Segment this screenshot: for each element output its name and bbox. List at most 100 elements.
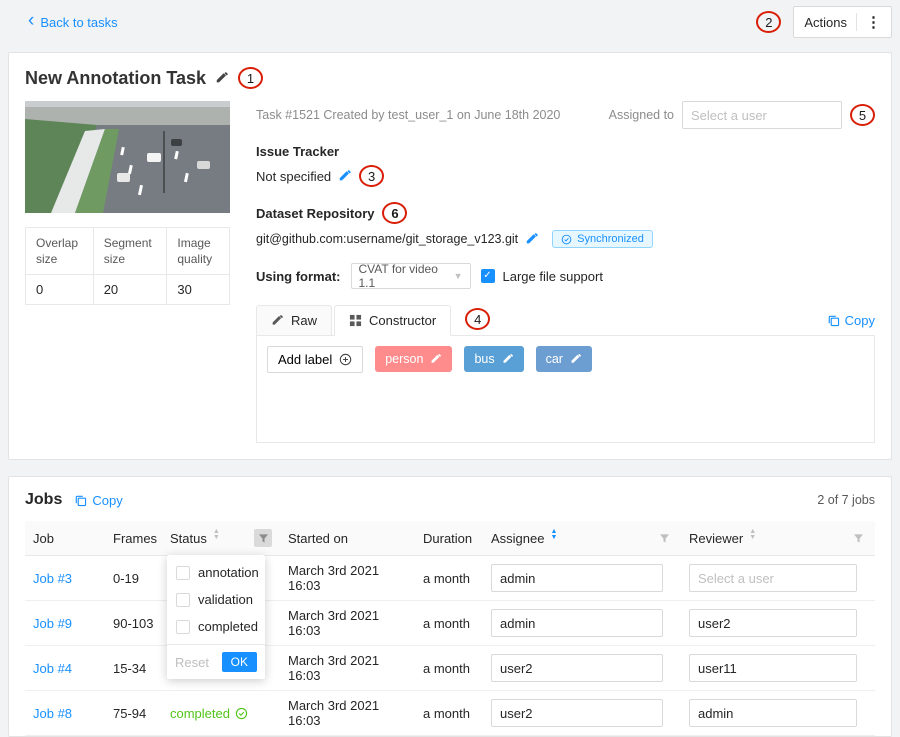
job-9-frames: 90-103 bbox=[113, 616, 153, 631]
task-preview-image bbox=[25, 101, 230, 213]
job-4-duration: a month bbox=[423, 661, 470, 676]
job-row-4: Job #8 75-94 completed March 3rd 2021 16… bbox=[25, 691, 875, 736]
job-9-assignee-input[interactable] bbox=[491, 609, 663, 637]
chevron-down-icon: ▼ bbox=[454, 271, 463, 281]
job-3-reviewer-input[interactable] bbox=[689, 564, 857, 592]
job-row-3: Job #4 15-34 March 3rd 2021 16:03 a mont… bbox=[25, 646, 875, 691]
job-9-started: March 3rd 2021 16:03 bbox=[288, 608, 379, 638]
job-9-reviewer-input[interactable] bbox=[689, 609, 857, 637]
repository-url: git@github.com:username/git_storage_v123… bbox=[256, 232, 518, 246]
back-label: Back to tasks bbox=[40, 15, 117, 30]
jobs-table: Job Frames Status ▲▼ Started on Duration… bbox=[25, 521, 875, 736]
job-8-duration: a month bbox=[423, 706, 470, 721]
job-3-started: March 3rd 2021 16:03 bbox=[288, 563, 379, 593]
label-constructor-panel: Add label person bus car bbox=[256, 335, 875, 443]
edit-label-person-icon[interactable] bbox=[430, 353, 442, 365]
job-3-frames: 0-19 bbox=[113, 571, 139, 586]
reviewer-filter-funnel-icon[interactable] bbox=[849, 529, 867, 547]
validation-checkbox[interactable] bbox=[176, 593, 190, 607]
completed-checkbox[interactable] bbox=[176, 620, 190, 634]
job-3-assignee-input[interactable] bbox=[491, 564, 663, 592]
label-chip-person[interactable]: person bbox=[375, 346, 452, 372]
edit-issue-tracker-icon[interactable] bbox=[338, 169, 352, 183]
constructor-blocks-icon bbox=[349, 314, 362, 327]
filter-option-annotation[interactable]: annotation bbox=[167, 559, 265, 586]
status-sorter-icon[interactable]: ▲▼ bbox=[213, 532, 220, 544]
edit-label-bus-icon[interactable] bbox=[502, 353, 514, 365]
task-details-card: New Annotation Task 1 bbox=[8, 52, 892, 460]
label-chip-person-name: person bbox=[385, 352, 423, 366]
using-format-label: Using format: bbox=[256, 269, 341, 284]
copy-icon bbox=[827, 314, 840, 327]
filter-option-completed[interactable]: completed bbox=[167, 613, 265, 640]
add-label-text: Add label bbox=[278, 352, 332, 367]
edit-task-name-icon[interactable] bbox=[215, 71, 229, 85]
job-8-started: March 3rd 2021 16:03 bbox=[288, 698, 379, 728]
large-file-support-option[interactable]: ✓ Large file support bbox=[481, 269, 603, 284]
col-header-status[interactable]: Status ▲▼ bbox=[162, 521, 280, 556]
raw-pencil-icon bbox=[271, 314, 284, 327]
tab-raw[interactable]: Raw bbox=[256, 305, 332, 336]
param-value-segment: 20 bbox=[93, 275, 167, 305]
large-file-support-checkbox[interactable]: ✓ bbox=[481, 269, 495, 283]
job-3-duration: a month bbox=[423, 571, 470, 586]
assigned-to-input[interactable] bbox=[682, 101, 842, 129]
format-select[interactable]: CVAT for video 1.1 ▼ bbox=[351, 263, 471, 289]
tab-raw-label: Raw bbox=[291, 313, 317, 328]
annotation-circle-2: 2 bbox=[756, 11, 781, 33]
label-chip-bus[interactable]: bus bbox=[464, 346, 523, 372]
labels-copy-link[interactable]: Copy bbox=[827, 313, 875, 328]
issue-tracker-value: Not specified bbox=[256, 169, 331, 184]
plus-circle-icon bbox=[339, 353, 352, 366]
jobs-title: Jobs bbox=[25, 491, 62, 509]
job-8-link[interactable]: Job #8 bbox=[33, 706, 72, 721]
status-filter-funnel-icon[interactable] bbox=[254, 529, 272, 547]
large-file-support-label: Large file support bbox=[503, 269, 603, 284]
filter-ok-button[interactable]: OK bbox=[222, 652, 257, 672]
job-8-status: completed bbox=[170, 706, 248, 721]
filter-reset-button[interactable]: Reset bbox=[175, 655, 209, 670]
task-meta: Task #1521 Created by test_user_1 on Jun… bbox=[256, 108, 560, 122]
label-chip-car-name: car bbox=[546, 352, 563, 366]
annotation-circle-5: 5 bbox=[850, 104, 875, 126]
param-value-quality: 30 bbox=[167, 275, 230, 305]
job-8-reviewer-input[interactable] bbox=[689, 699, 857, 727]
edit-label-car-icon[interactable] bbox=[570, 353, 582, 365]
annotation-circle-3: 3 bbox=[359, 165, 384, 187]
job-4-link[interactable]: Job #4 bbox=[33, 661, 72, 676]
back-chevron-icon: ‹ bbox=[28, 14, 34, 28]
job-4-started: March 3rd 2021 16:03 bbox=[288, 653, 379, 683]
label-chip-car[interactable]: car bbox=[536, 346, 592, 372]
edit-repository-icon[interactable] bbox=[525, 232, 539, 246]
param-header-overlap: Overlap size bbox=[26, 228, 94, 275]
job-4-reviewer-input[interactable] bbox=[689, 654, 857, 682]
tab-constructor-label: Constructor bbox=[369, 313, 436, 328]
jobs-count: 2 of 7 jobs bbox=[817, 493, 875, 507]
job-row-2: Job #9 90-103 March 3rd 2021 16:03 a mon… bbox=[25, 601, 875, 646]
filter-option-validation[interactable]: validation bbox=[167, 586, 265, 613]
assignee-sorter-icon[interactable]: ▲▼ bbox=[550, 532, 557, 544]
col-header-assignee[interactable]: Assignee ▲▼ bbox=[483, 521, 681, 556]
job-3-link[interactable]: Job #3 bbox=[33, 571, 72, 586]
job-4-assignee-input[interactable] bbox=[491, 654, 663, 682]
job-row-1: Job #3 0-19 March 3rd 2021 16:03 a month bbox=[25, 556, 875, 601]
job-8-assignee-input[interactable] bbox=[491, 699, 663, 727]
annotation-checkbox[interactable] bbox=[176, 566, 190, 580]
col-header-started: Started on bbox=[280, 521, 415, 556]
actions-button[interactable]: Actions ⋮ bbox=[793, 6, 892, 38]
tab-constructor[interactable]: Constructor bbox=[334, 305, 451, 336]
add-label-button[interactable]: Add label bbox=[267, 346, 363, 373]
annotation-circle-6: 6 bbox=[382, 202, 407, 224]
topbar: ‹ Back to tasks 2 Actions ⋮ bbox=[0, 0, 900, 44]
jobs-copy-link[interactable]: Copy bbox=[74, 493, 122, 508]
col-header-reviewer[interactable]: Reviewer ▲▼ bbox=[681, 521, 875, 556]
back-to-tasks-link[interactable]: ‹ Back to tasks bbox=[28, 15, 118, 30]
sync-status-badge: Synchronized bbox=[552, 230, 653, 248]
reviewer-sorter-icon[interactable]: ▲▼ bbox=[749, 532, 756, 544]
format-select-value: CVAT for video 1.1 bbox=[359, 262, 449, 290]
col-header-duration: Duration bbox=[415, 521, 483, 556]
label-chip-bus-name: bus bbox=[474, 352, 494, 366]
col-header-frames: Frames bbox=[105, 521, 162, 556]
job-9-link[interactable]: Job #9 bbox=[33, 616, 72, 631]
assignee-filter-funnel-icon[interactable] bbox=[655, 529, 673, 547]
